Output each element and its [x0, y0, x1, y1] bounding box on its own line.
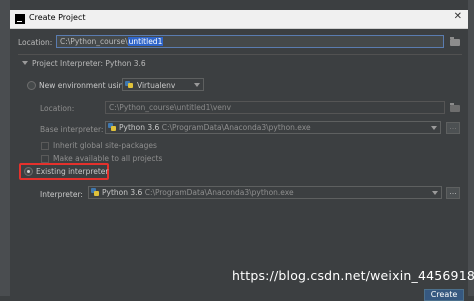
interpreter-dropdown[interactable]: Python 3.6 C:\ProgramData\Anaconda3\pyth…: [88, 186, 442, 199]
location-value-prefix: C:\Python_course\: [60, 37, 128, 46]
chevron-down-icon: [194, 83, 200, 87]
virtualenv-icon: [125, 80, 134, 89]
pycharm-app-icon: [15, 14, 25, 24]
make-available-checkbox[interactable]: [41, 155, 49, 163]
close-icon[interactable]: ✕: [454, 11, 462, 22]
environment-tool-value: Virtualenv: [137, 81, 176, 90]
base-interpreter-dropdown[interactable]: Python 3.6 C:\ProgramData\Anaconda3\pyth…: [105, 121, 441, 134]
interpreter-version: Python 3.6: [102, 188, 143, 197]
title-bar: Create Project ✕: [10, 10, 468, 29]
env-location-input[interactable]: C:\Python_course\untitled1\venv: [105, 101, 445, 114]
interpreter-section-label: Project Interpreter: Python 3.6: [32, 59, 146, 68]
interpreter-label: Interpreter:: [40, 190, 83, 199]
env-location-value: C:\Python_course\untitled1\venv: [109, 103, 232, 112]
new-environment-radio[interactable]: [27, 81, 36, 90]
base-interpreter-path: C:\ProgramData\Anaconda3\python.exe: [161, 123, 311, 132]
inherit-site-packages-checkbox[interactable]: [41, 142, 49, 150]
base-interpreter-version: Python 3.6: [119, 123, 160, 132]
watermark-text: https://blog.csdn.net/weixin_44569187: [232, 268, 474, 283]
environment-tool-dropdown[interactable]: Virtualenv: [122, 78, 204, 91]
location-label: Location:: [18, 38, 53, 47]
env-location-folder-icon[interactable]: [450, 103, 460, 112]
base-interpreter-browse-button[interactable]: ...: [446, 122, 460, 134]
window-title: Create Project: [29, 13, 86, 22]
interpreter-browse-button[interactable]: ...: [446, 187, 460, 199]
chevron-down-icon: [431, 126, 437, 130]
existing-interpreter-label: Existing interpreter: [36, 167, 109, 176]
create-button[interactable]: Create: [424, 289, 464, 301]
inherit-site-packages-label: Inherit global site-packages: [53, 141, 157, 150]
env-location-label: Location:: [40, 104, 75, 113]
location-input[interactable]: C:\Python_course\untitled1: [56, 35, 444, 48]
make-available-label: Make available to all projects: [53, 154, 163, 163]
location-value-selected: untitled1: [127, 37, 164, 46]
existing-interpreter-radio[interactable]: [24, 167, 33, 176]
base-interpreter-label: Base interpreter:: [40, 125, 104, 134]
python-icon: [91, 188, 99, 196]
background-window-right: [468, 0, 474, 296]
new-environment-label: New environment using: [39, 81, 129, 90]
background-window-left: [0, 0, 10, 296]
chevron-down-icon: [432, 191, 438, 195]
location-browse-folder-icon[interactable]: [450, 37, 460, 46]
separator: [18, 54, 462, 55]
create-project-dialog: Create Project ✕ Location: C:\Python_cou…: [10, 10, 474, 301]
chevron-down-icon: [22, 61, 28, 65]
interpreter-section-toggle[interactable]: Project Interpreter: Python 3.6: [22, 59, 146, 68]
python-icon: [108, 123, 116, 131]
interpreter-path: C:\ProgramData\Anaconda3\python.exe: [144, 188, 294, 197]
